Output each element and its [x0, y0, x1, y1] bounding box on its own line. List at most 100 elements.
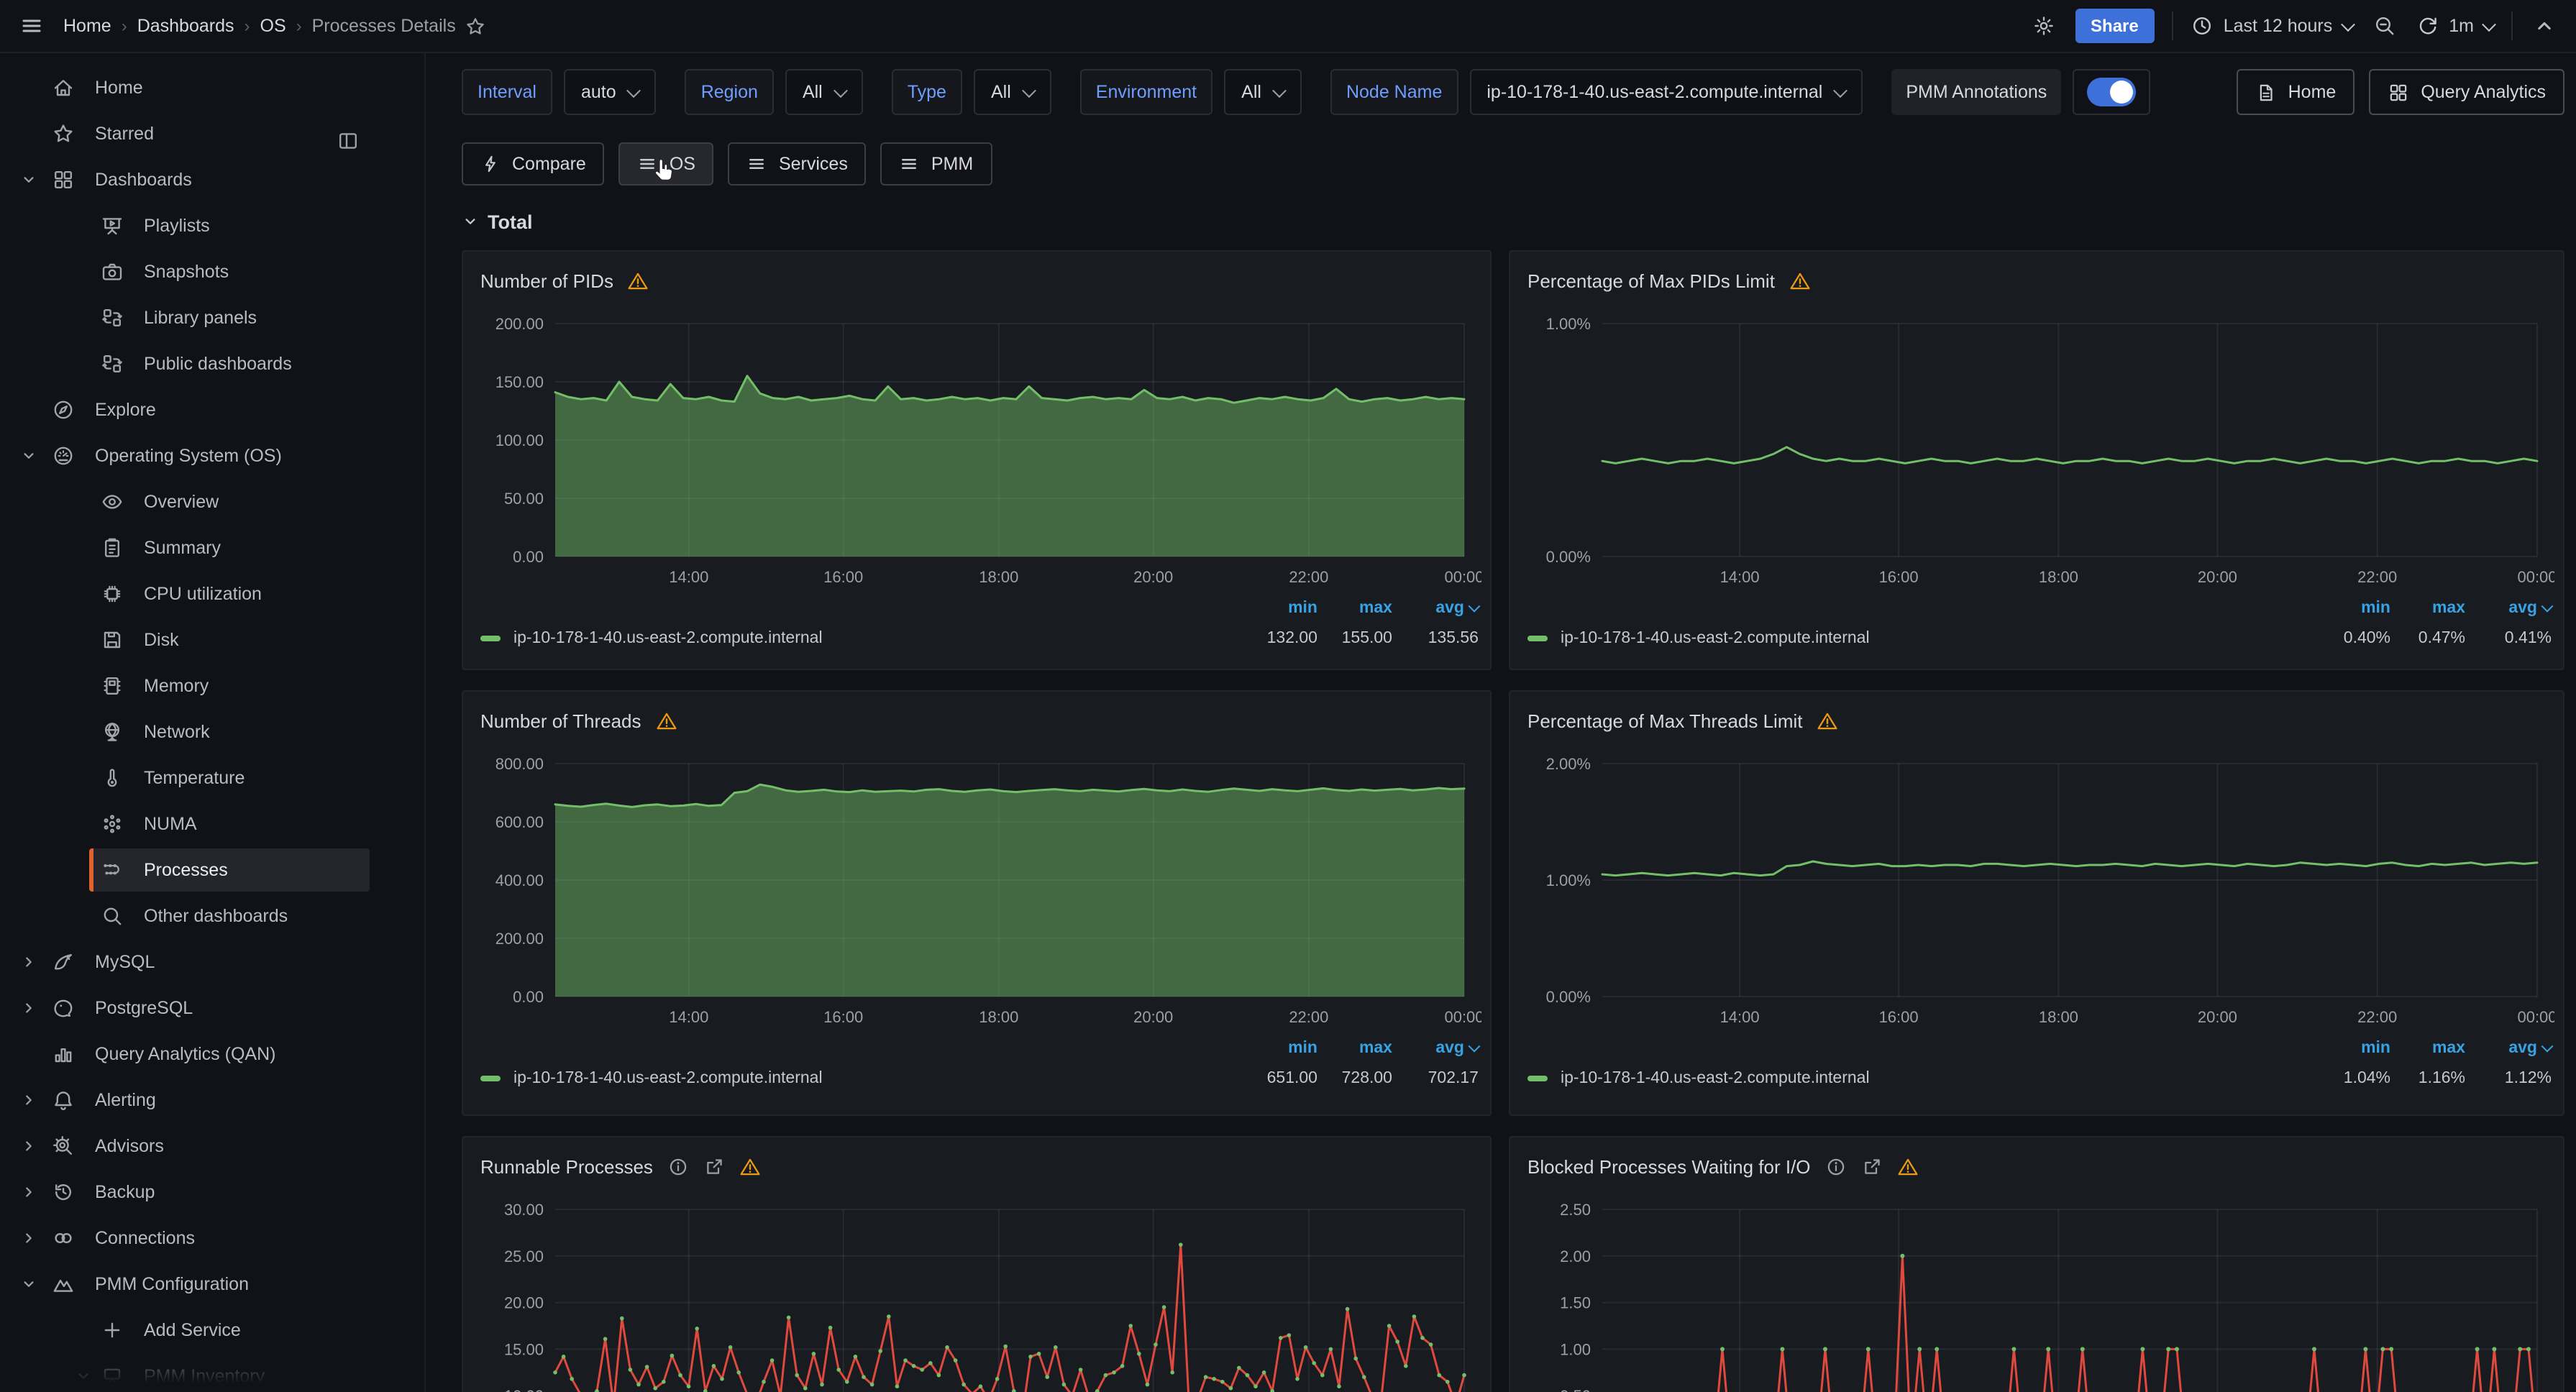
panel-info-icon[interactable]	[667, 1155, 689, 1177]
mysql-icon	[52, 951, 75, 974]
panel-warning-icon[interactable]	[1897, 1155, 1919, 1177]
mega-menu-toggle-button[interactable]	[17, 12, 46, 40]
sidebar-item-alerting[interactable]: Alerting	[0, 1077, 424, 1123]
home-link-button[interactable]: Home	[2237, 69, 2355, 115]
legend-col-min[interactable]: min	[1243, 600, 1317, 617]
row-total-header[interactable]: Total	[462, 207, 2564, 236]
series-name[interactable]: ip-10-178-1-40.us-east-2.compute.interna…	[1561, 630, 2316, 647]
chevron-right-icon[interactable]	[20, 1183, 52, 1201]
chevron-down-icon[interactable]	[20, 1276, 52, 1293]
legend-col-avg[interactable]: avg	[2465, 600, 2552, 617]
sidebar-item-temperature[interactable]: Temperature	[0, 755, 424, 801]
sidebar-item-query-analytics-qan[interactable]: Query Analytics (QAN)	[0, 1031, 424, 1077]
sidebar-item-other-dashboards[interactable]: Other dashboards	[0, 893, 424, 939]
series-name[interactable]: ip-10-178-1-40.us-east-2.compute.interna…	[513, 1070, 1243, 1087]
breadcrumb-item-dashboards[interactable]: Dashboards	[137, 16, 234, 36]
sidebar-item-postgresql[interactable]: PostgreSQL	[0, 985, 424, 1031]
legend-col-avg[interactable]: avg	[1392, 600, 1479, 617]
pmm-button[interactable]: PMM	[881, 142, 992, 186]
sidebar-item-snapshots[interactable]: Snapshots	[0, 249, 424, 295]
sidebar-item-summary[interactable]: Summary	[0, 525, 424, 571]
sidebar-item-backup[interactable]: Backup	[0, 1169, 424, 1215]
legend-col-max[interactable]: max	[2390, 1040, 2465, 1057]
chart-number_of_threads[interactable]: 800.00600.00400.00200.000.0014:0016:0018…	[475, 743, 1481, 1031]
region-select[interactable]: All	[785, 69, 863, 115]
services-button[interactable]: Services	[729, 142, 867, 186]
chart-pct_max_pids[interactable]: 1.00%0.00%14:0016:0018:0020:0022:0000:00	[1522, 303, 2554, 591]
sidebar-item-memory[interactable]: Memory	[0, 663, 424, 709]
sidebar-item-dashboards[interactable]: Dashboards	[0, 157, 424, 203]
panel-info-icon[interactable]	[1825, 1155, 1847, 1177]
sidebar-item-numa[interactable]: NUMA	[0, 801, 424, 847]
sidebar-item-disk[interactable]: Disk	[0, 617, 424, 663]
zoom-out-time-button[interactable]	[2370, 12, 2398, 40]
breadcrumb-item-processes-details[interactable]: Processes Details	[312, 16, 456, 36]
mega-menu-sidebar: HomeStarredDashboardsPlaylistsSnapshotsL…	[0, 53, 426, 1392]
legend-col-max[interactable]: max	[2390, 600, 2465, 617]
sidebar-item-add-service[interactable]: Add Service	[0, 1307, 424, 1353]
chart-pct_max_threads[interactable]: 2.00%1.00%0.00%14:0016:0018:0020:0022:00…	[1522, 743, 2554, 1031]
legend-col-max[interactable]: max	[1317, 600, 1392, 617]
sidebar-item-starred[interactable]: Starred	[0, 111, 424, 157]
breadcrumb-item-home[interactable]: Home	[63, 16, 111, 36]
svg-text:16:00: 16:00	[823, 568, 863, 586]
refresh-picker[interactable]: 1m	[2416, 14, 2494, 37]
sidebar-item-overview[interactable]: Overview	[0, 479, 424, 525]
sidebar-item-network[interactable]: Network	[0, 709, 424, 755]
legend-col-min[interactable]: min	[2316, 600, 2390, 617]
sidebar-item-operating-system-os[interactable]: Operating System (OS)	[0, 433, 424, 479]
panel-warning-icon[interactable]	[656, 710, 677, 731]
chart-blocked_processes_io[interactable]: 2.502.001.501.000.50	[1522, 1189, 2554, 1392]
type-variable: Type All	[892, 69, 1051, 115]
chart-number_of_pids[interactable]: 200.00150.00100.0050.000.0014:0016:0018:…	[475, 303, 1481, 591]
legend-col-max[interactable]: max	[1317, 1040, 1392, 1057]
sidebar-item-cpu-utilization[interactable]: CPU utilization	[0, 571, 424, 617]
pmm-annotations-toggle[interactable]	[2087, 78, 2136, 106]
os-button[interactable]: OS	[619, 142, 714, 186]
chevron-right-icon[interactable]	[20, 953, 52, 971]
panel-external-link-icon[interactable]	[703, 1155, 725, 1177]
chevron-down-icon[interactable]	[20, 447, 52, 464]
panel-warning-icon[interactable]	[1789, 270, 1811, 291]
share-button[interactable]: Share	[2075, 9, 2155, 43]
series-name[interactable]: ip-10-178-1-40.us-east-2.compute.interna…	[513, 630, 1243, 647]
node-name-select[interactable]: ip-10-178-1-40.us-east-2.compute.interna…	[1469, 69, 1863, 115]
chevron-right-icon[interactable]	[20, 1137, 52, 1155]
panel-warning-icon[interactable]	[739, 1155, 761, 1177]
chevron-right-icon[interactable]	[20, 999, 52, 1017]
interval-select[interactable]: auto	[564, 69, 657, 115]
chart-runnable_processes[interactable]: 30.0025.0020.0015.0010.005.00	[475, 1189, 1481, 1392]
sidebar-item-pmm-configuration[interactable]: PMM Configuration	[0, 1261, 424, 1307]
sidebar-item-mysql[interactable]: MySQL	[0, 939, 424, 985]
sidebar-item-public-dashboards[interactable]: Public dashboards	[0, 341, 424, 387]
sidebar-item-playlists[interactable]: Playlists	[0, 203, 424, 249]
collapse-topbar-button[interactable]	[2530, 12, 2559, 40]
legend-col-min[interactable]: min	[1243, 1040, 1317, 1057]
dock-menu-button[interactable]	[337, 129, 360, 152]
chevron-right-icon[interactable]	[20, 1230, 52, 1247]
environment-select[interactable]: All	[1224, 69, 1302, 115]
sidebar-item-advisors[interactable]: Advisors	[0, 1123, 424, 1169]
compare-button[interactable]: Compare	[462, 142, 605, 186]
list-icon	[747, 154, 767, 174]
breadcrumb-item-os[interactable]: OS	[260, 16, 286, 36]
panel-warning-icon[interactable]	[1817, 710, 1839, 731]
type-select[interactable]: All	[974, 69, 1051, 115]
dashboard-settings-button[interactable]	[2029, 12, 2057, 40]
legend-col-min[interactable]: min	[2316, 1040, 2390, 1057]
sidebar-item-explore[interactable]: Explore	[0, 387, 424, 433]
sidebar-item-processes[interactable]: Processes	[0, 847, 424, 893]
series-name[interactable]: ip-10-178-1-40.us-east-2.compute.interna…	[1561, 1070, 2316, 1087]
panel-external-link-icon[interactable]	[1861, 1155, 1883, 1177]
sidebar-item-library-panels[interactable]: Library panels	[0, 295, 424, 341]
panel-warning-icon[interactable]	[628, 270, 649, 291]
sidebar-item-home[interactable]: Home	[0, 65, 424, 111]
legend-col-avg[interactable]: avg	[1392, 1040, 1479, 1057]
chevron-right-icon[interactable]	[20, 1091, 52, 1109]
sidebar-item-connections[interactable]: Connections	[0, 1215, 424, 1261]
legend-col-avg[interactable]: avg	[2465, 1040, 2552, 1057]
time-range-picker[interactable]: Last 12 hours	[2191, 14, 2353, 37]
favorite-dashboard-button[interactable]	[465, 15, 486, 37]
query-analytics-link-button[interactable]: Query Analytics	[2369, 69, 2564, 115]
chevron-down-icon[interactable]	[20, 171, 52, 188]
